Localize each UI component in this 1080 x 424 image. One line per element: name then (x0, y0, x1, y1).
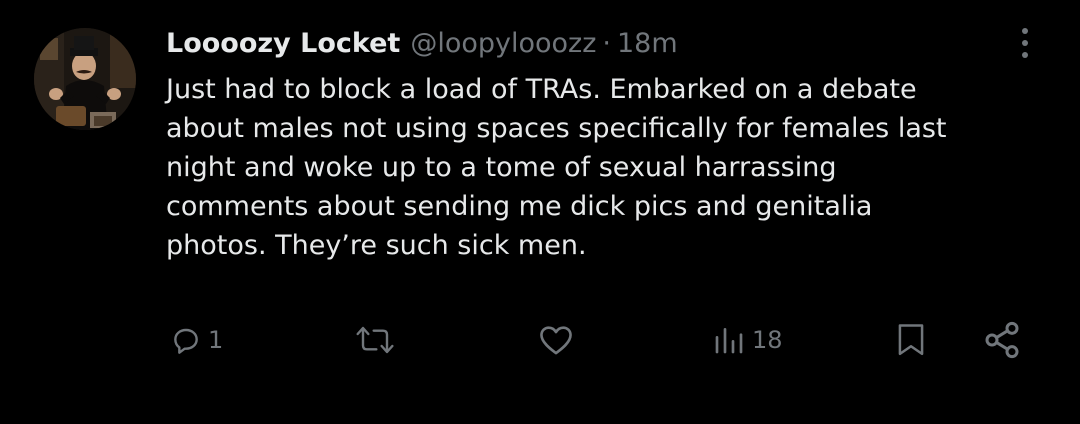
separator-dot: · (602, 28, 611, 59)
views-icon (715, 328, 743, 354)
bookmark-button[interactable] (894, 318, 928, 362)
retweet-icon (356, 326, 394, 354)
tweet-timestamp[interactable]: 18m (617, 28, 678, 59)
author-handle[interactable]: @loopylooozz (410, 28, 596, 59)
author-display-name[interactable]: Loooozy Locket (166, 28, 400, 59)
heart-icon (540, 326, 572, 355)
views-button[interactable]: 18 (712, 318, 783, 362)
share-icon (985, 321, 1019, 359)
avatar-image (34, 28, 136, 130)
avatar[interactable] (34, 28, 136, 130)
more-icon-dot (1022, 40, 1028, 46)
tweet-header: Loooozy Locket @loopylooozz · 18m (166, 28, 678, 64)
more-icon-dot (1022, 52, 1028, 58)
tweet-text: Just had to block a load of TRAs. Embark… (166, 74, 947, 261)
more-icon (1022, 28, 1028, 34)
reply-count: 1 (208, 326, 224, 354)
like-button[interactable] (538, 318, 580, 362)
retweet-button[interactable] (355, 318, 401, 362)
share-button[interactable] (982, 318, 1022, 362)
tweet[interactable]: Loooozy Locket @loopylooozz · 18m Just h… (0, 0, 1080, 424)
reply-button[interactable]: 1 (170, 318, 223, 362)
views-count: 18 (752, 326, 783, 354)
more-options-button[interactable] (1010, 26, 1040, 60)
tweet-actions: 1 18 (0, 318, 1080, 362)
bookmark-icon (898, 324, 924, 356)
reply-icon (174, 328, 198, 354)
